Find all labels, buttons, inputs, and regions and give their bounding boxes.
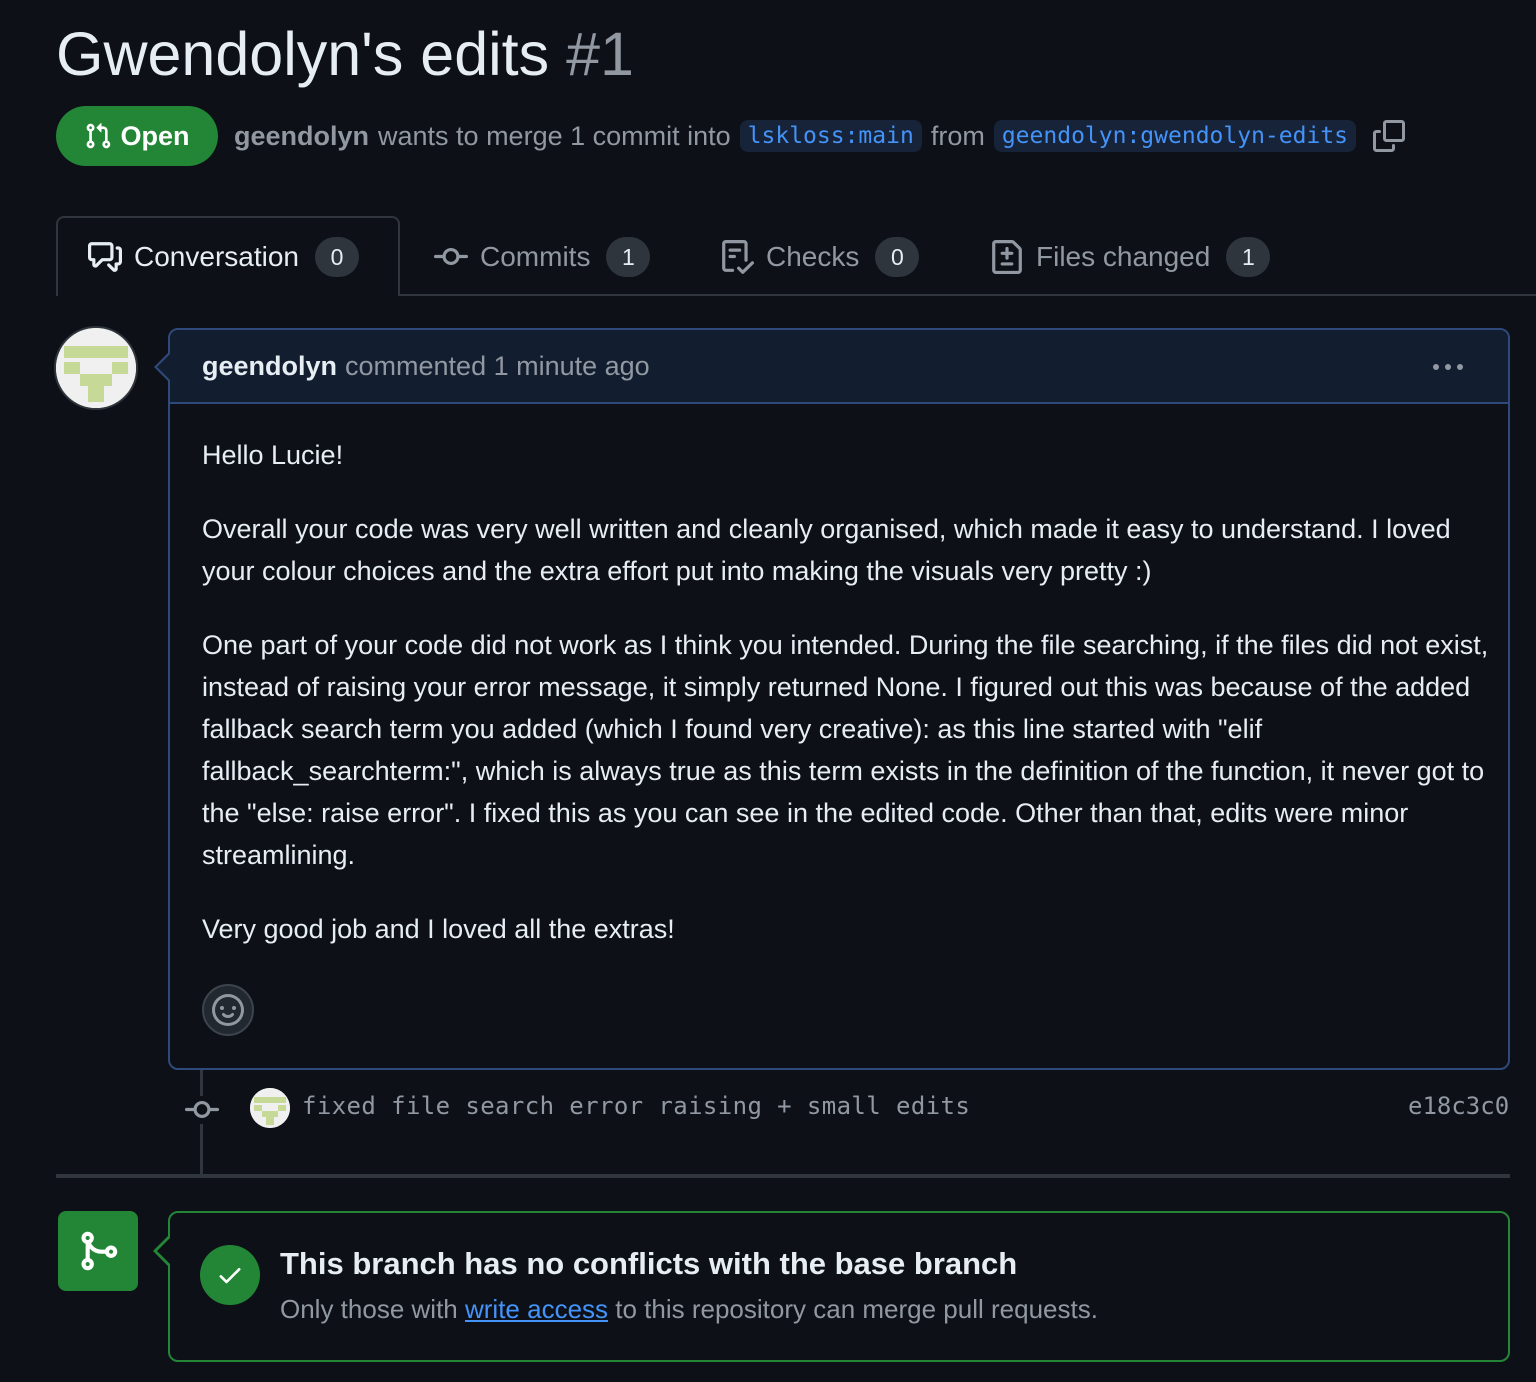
commit-author-avatar[interactable] bbox=[250, 1088, 290, 1128]
merge-status-subtitle: Only those with write access to this rep… bbox=[280, 1294, 1098, 1325]
pr-title: Gwendolyn's edits #1 bbox=[56, 14, 634, 94]
kebab-dot-icon bbox=[1433, 364, 1439, 370]
comment-discussion-icon bbox=[88, 242, 122, 272]
pr-title-text: Gwendolyn's edits bbox=[56, 20, 550, 88]
merge-status-badge bbox=[58, 1211, 138, 1291]
identicon-avatar-icon bbox=[250, 1088, 290, 1128]
tab-files-changed[interactable]: Files changed 1 bbox=[990, 226, 1271, 288]
avatar[interactable] bbox=[56, 328, 136, 408]
comment-author[interactable]: geendolyn bbox=[202, 351, 337, 382]
check-icon bbox=[219, 1268, 241, 1284]
tab-conversation[interactable]: Conversation 0 bbox=[88, 226, 359, 288]
comment-caret-fill bbox=[157, 354, 170, 380]
pr-merge-text: wants to merge 1 commit into bbox=[378, 120, 731, 151]
identicon-avatar-icon bbox=[56, 328, 136, 408]
tab-commits-label: Commits bbox=[480, 241, 591, 272]
merge-sub-after: to this repository can merge pull reques… bbox=[615, 1294, 1098, 1324]
pr-state-badge: Open bbox=[56, 106, 218, 166]
pr-author-link[interactable]: geendolyn bbox=[234, 121, 369, 152]
tab-files-changed-count: 1 bbox=[1226, 237, 1271, 277]
smiley-icon bbox=[212, 994, 244, 1026]
comment-paragraph: Very good job and I loved all the extras… bbox=[202, 914, 675, 944]
git-pull-request-icon bbox=[87, 123, 111, 149]
merge-status-title: This branch has no conflicts with the ba… bbox=[280, 1246, 1018, 1281]
timeline-commit-badge bbox=[184, 1096, 220, 1124]
kebab-dot-icon bbox=[1457, 364, 1463, 370]
comment-options-button[interactable] bbox=[1428, 352, 1468, 382]
tab-conversation-label: Conversation bbox=[134, 241, 299, 272]
copy-branch-button[interactable] bbox=[1371, 118, 1407, 154]
git-merge-icon bbox=[81, 1231, 118, 1271]
commit-sha-link[interactable]: e18c3c0 bbox=[1408, 1092, 1509, 1120]
comment-meta[interactable]: commented 1 minute ago bbox=[345, 351, 650, 382]
merge-box bbox=[168, 1211, 1510, 1362]
file-diff-icon bbox=[992, 240, 1022, 274]
checklist-icon bbox=[722, 240, 754, 274]
tab-files-changed-label: Files changed bbox=[1036, 241, 1211, 272]
comment-paragraph: Hello Lucie! bbox=[202, 440, 344, 470]
pr-meta: geendolyn wants to merge 1 commit into l… bbox=[234, 112, 1407, 160]
write-access-link[interactable]: write access bbox=[465, 1294, 608, 1324]
git-commit-icon bbox=[434, 247, 468, 265]
comment-header: geendolyn commented 1 minute ago bbox=[170, 330, 1508, 404]
tab-checks-count: 0 bbox=[875, 237, 920, 277]
copy-icon bbox=[1373, 120, 1406, 152]
comment-body: Hello Lucie! Overall your code was very … bbox=[202, 434, 1492, 982]
tab-checks-label: Checks bbox=[766, 241, 860, 272]
kebab-dot-icon bbox=[1445, 364, 1451, 370]
comment-paragraph: One part of your code did not work as I … bbox=[202, 630, 1489, 870]
git-commit-icon bbox=[185, 1100, 219, 1118]
base-branch[interactable]: lskloss:main bbox=[739, 120, 922, 152]
commit-message-link[interactable]: fixed file search error raising + small … bbox=[302, 1092, 970, 1120]
check-status-badge bbox=[200, 1245, 260, 1305]
timeline-divider bbox=[56, 1174, 1510, 1178]
merge-sub-before: Only those with bbox=[280, 1294, 458, 1324]
add-reaction-button[interactable] bbox=[202, 984, 254, 1036]
tab-checks[interactable]: Checks 0 bbox=[720, 226, 920, 288]
pr-from-text: from bbox=[930, 120, 985, 151]
pr-state-label: Open bbox=[120, 120, 190, 151]
tab-conversation-count: 0 bbox=[314, 237, 359, 277]
tab-commits-count: 1 bbox=[606, 237, 651, 277]
tab-commits[interactable]: Commits 1 bbox=[434, 226, 651, 288]
comment-paragraph: Overall your code was very well written … bbox=[202, 514, 1451, 586]
head-branch[interactable]: geendolyn:gwendolyn-edits bbox=[993, 120, 1357, 152]
comment-box: geendolyn commented 1 minute ago Hello L… bbox=[168, 328, 1510, 1070]
pr-number: #1 bbox=[566, 20, 634, 88]
merge-box-caret-fill bbox=[157, 1238, 170, 1264]
